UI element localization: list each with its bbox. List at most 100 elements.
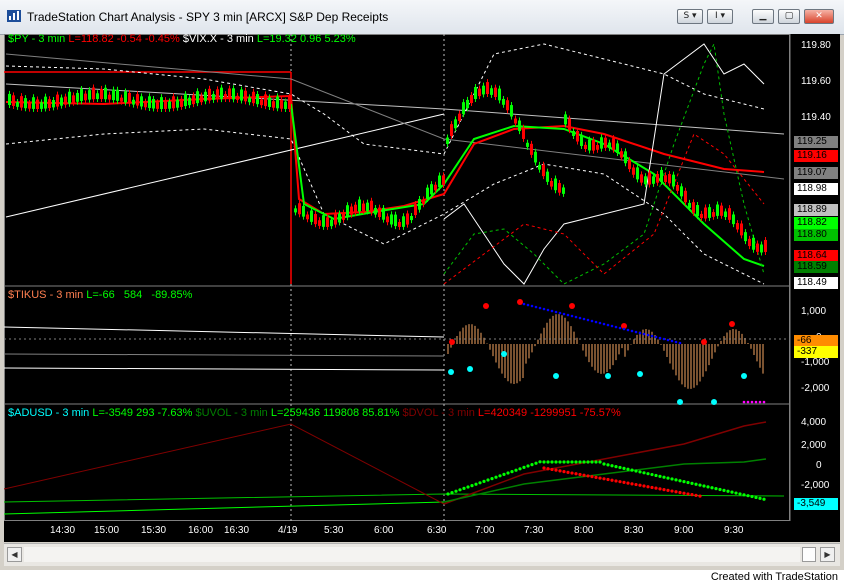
spy-candle (252, 91, 255, 104)
tikus-dot (538, 306, 542, 310)
adusd-dot (594, 460, 598, 464)
tikus-dot (598, 321, 602, 325)
spy-candle (172, 96, 175, 109)
horizontal-scrollbar[interactable]: ◀ ▶ (4, 543, 840, 566)
scroll-thumb[interactable] (802, 547, 816, 562)
spy-candle (482, 85, 485, 95)
tikus-dot (758, 400, 762, 404)
adusd-dot (494, 475, 498, 479)
adusd-dot (598, 460, 602, 464)
adusd-dot (446, 492, 450, 496)
spy-candle (244, 90, 247, 102)
adusd-dot (650, 485, 654, 490)
tikus-dot (558, 311, 562, 315)
spy-candle (204, 91, 207, 102)
adusd-dot (542, 466, 546, 470)
spy-candle (466, 99, 469, 109)
adusd-dot (582, 473, 586, 477)
spy-candle (382, 207, 385, 220)
adusd-dot (658, 487, 662, 491)
tikus-dot (610, 324, 614, 328)
tikus-low-marker (637, 371, 643, 377)
adusd-dot (630, 468, 634, 472)
adusd-dot (586, 460, 590, 464)
spy-candle (80, 89, 83, 101)
chart-canvas[interactable] (4, 34, 840, 542)
adusd-dot (722, 488, 726, 492)
adusd-dot (590, 475, 594, 479)
maximize-button[interactable]: ▢ (778, 9, 800, 24)
adusd-dot (718, 487, 722, 492)
spy-candle (490, 88, 493, 95)
spy-candle (546, 171, 549, 182)
indicator-link-button[interactable]: I ▾ (707, 9, 733, 24)
spy-candle (188, 97, 191, 106)
spy-candle (438, 175, 441, 188)
spy-candle (624, 151, 627, 164)
spy-candle (272, 101, 275, 108)
adusd-axis-tick: 4,000 (801, 417, 827, 428)
scroll-left-button[interactable]: ◀ (7, 547, 22, 562)
tikus-high-marker (569, 303, 575, 309)
adusd-dot (670, 489, 674, 493)
spy-candle (608, 142, 611, 149)
spy-candle (588, 139, 591, 151)
spy-candle (672, 174, 675, 187)
scroll-track[interactable] (24, 547, 800, 562)
chart-area[interactable]: $PY - 3 min L=118.82 -0.54 -0.45% $VIX.X… (4, 33, 840, 542)
adusd-dot (690, 493, 694, 497)
spy-candle (470, 95, 473, 104)
upper-band (5, 43, 765, 155)
tikus-dot (570, 314, 574, 318)
tikus-dot (678, 341, 682, 345)
spy-candle (136, 94, 139, 106)
adusd-dot (626, 467, 630, 471)
adusd-dot (690, 481, 694, 485)
spy-candle (736, 223, 739, 230)
spy-candle (354, 204, 357, 213)
spy-candle (40, 102, 43, 109)
spy-candle (322, 215, 325, 227)
adusd-dot (582, 460, 586, 464)
tikus-dot (594, 320, 598, 324)
time-axis-label: 15:30 (141, 525, 167, 536)
adusd-dot (562, 470, 566, 474)
uvol-percent: 85.81% (362, 407, 400, 419)
tikus-low-marker (605, 373, 611, 379)
spy-price-box: 118.82 (794, 217, 838, 229)
adusd-dot (610, 464, 614, 468)
spy-candle (744, 232, 747, 242)
minimize-button[interactable]: ▁ (752, 9, 774, 24)
title-bar[interactable]: TradeStation Chart Analysis - SPY 3 min … (0, 0, 844, 35)
adusd-dot (682, 491, 686, 495)
time-axis-label: 9:00 (674, 525, 694, 536)
spy-candle (550, 180, 553, 187)
adusd-dot (574, 460, 578, 464)
tikus-axis-tick: 1,000 (801, 306, 827, 317)
spy-candle (612, 138, 615, 150)
tikus-high-marker (517, 299, 523, 305)
tikus-last: L=-66 (86, 289, 115, 301)
spy-candle (56, 94, 59, 107)
adusd-dot (694, 493, 698, 497)
spy-price-box: 119.07 (794, 167, 838, 179)
adusd-dot (674, 478, 678, 482)
time-axis-label: 8:00 (574, 525, 594, 536)
spy-candle (212, 94, 215, 100)
dvol-symbol: $DVOL - 3 min (402, 407, 475, 419)
symbol-link-button[interactable]: S ▾ (677, 9, 703, 24)
adusd-dot (506, 471, 510, 475)
spy-price-box: 118.49 (794, 277, 838, 289)
spy-candle (708, 207, 711, 218)
vix-change: 0.96 (299, 33, 322, 45)
spy-candle (224, 94, 227, 100)
scroll-right-button[interactable]: ▶ (820, 547, 835, 562)
close-button[interactable]: ✕ (804, 9, 834, 24)
spy-candle (752, 237, 755, 250)
spy-candle (374, 207, 377, 215)
spy-candle (462, 102, 465, 115)
tikus-dot (614, 325, 618, 329)
spy-candle (220, 87, 223, 100)
tikus-low-marker (711, 399, 717, 405)
spy-candle (180, 98, 183, 107)
